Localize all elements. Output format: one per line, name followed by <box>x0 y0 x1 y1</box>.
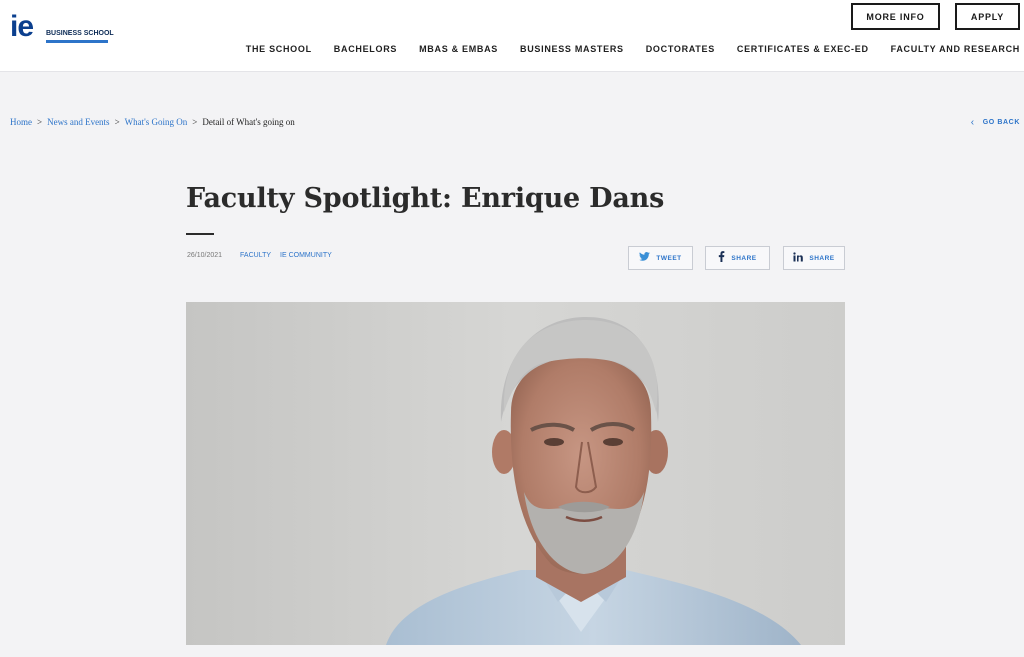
nav-item-bachelors[interactable]: BACHELORS <box>334 44 397 54</box>
nav-item-business-masters[interactable]: BUSINESS MASTERS <box>520 44 624 54</box>
title-divider <box>186 233 214 235</box>
logo-wordmark: ie <box>10 10 34 43</box>
nav-item-certificates-exec-ed[interactable]: CERTIFICATES & EXEC-ED <box>737 44 869 54</box>
go-back-label: GO BACK <box>982 119 1020 126</box>
chevron-left-icon: ‹ <box>970 117 975 128</box>
linkedin-share-label: SHARE <box>809 254 835 262</box>
apply-button[interactable]: APPLY <box>955 3 1020 30</box>
more-info-button[interactable]: MORE INFO <box>851 3 940 30</box>
article-meta: 26/10/2021 FACULTY IE COMMUNITY <box>187 252 341 259</box>
facebook-share-label: SHARE <box>731 254 757 262</box>
breadcrumb-separator: > <box>114 117 120 127</box>
breadcrumb-home[interactable]: Home <box>10 117 32 127</box>
ie-business-school-logo[interactable]: ie BUSINESS SCHOOL <box>10 10 114 44</box>
site-header: ie BUSINESS SCHOOL MORE INFO APPLY THE S… <box>0 0 1024 72</box>
linkedin-share-button[interactable]: SHARE <box>783 246 845 270</box>
article-hero-photo <box>186 302 845 645</box>
portrait-illustration <box>186 302 845 645</box>
nav-item-faculty-and-research[interactable]: FACULTY AND RESEARCH <box>891 44 1020 54</box>
breadcrumb-separator: > <box>37 117 43 127</box>
article-date: 26/10/2021 <box>187 252 223 259</box>
article-title: Faculty Spotlight: Enrique Dans <box>186 183 665 214</box>
tweet-button[interactable]: TWEET <box>628 246 693 270</box>
breadcrumb: Home > News and Events > What's Going On… <box>10 117 295 127</box>
breadcrumb-news-and-events[interactable]: News and Events <box>47 117 110 127</box>
facebook-icon <box>718 251 725 265</box>
nav-item-doctorates[interactable]: DOCTORATES <box>646 44 715 54</box>
nav-item-mbas-embas[interactable]: MBAS & EMBAS <box>419 44 498 54</box>
facebook-share-button[interactable]: SHARE <box>705 246 770 270</box>
breadcrumb-separator: > <box>192 117 198 127</box>
breadcrumb-whats-going-on[interactable]: What's Going On <box>125 117 188 127</box>
twitter-icon <box>639 252 651 264</box>
logo-subtitle: BUSINESS SCHOOL <box>46 30 114 37</box>
main-nav: THE SCHOOL BACHELORS MBAS & EMBAS BUSINE… <box>246 44 1020 54</box>
tag-ie-community[interactable]: IE COMMUNITY <box>280 252 332 259</box>
go-back-link[interactable]: ‹ GO BACK <box>971 117 1020 128</box>
tag-faculty[interactable]: FACULTY <box>240 252 271 259</box>
nav-item-the-school[interactable]: THE SCHOOL <box>246 44 312 54</box>
linkedin-icon <box>793 251 804 265</box>
breadcrumb-current: Detail of What's going on <box>202 117 295 127</box>
tweet-label: TWEET <box>656 254 682 262</box>
logo-underline <box>46 40 108 43</box>
